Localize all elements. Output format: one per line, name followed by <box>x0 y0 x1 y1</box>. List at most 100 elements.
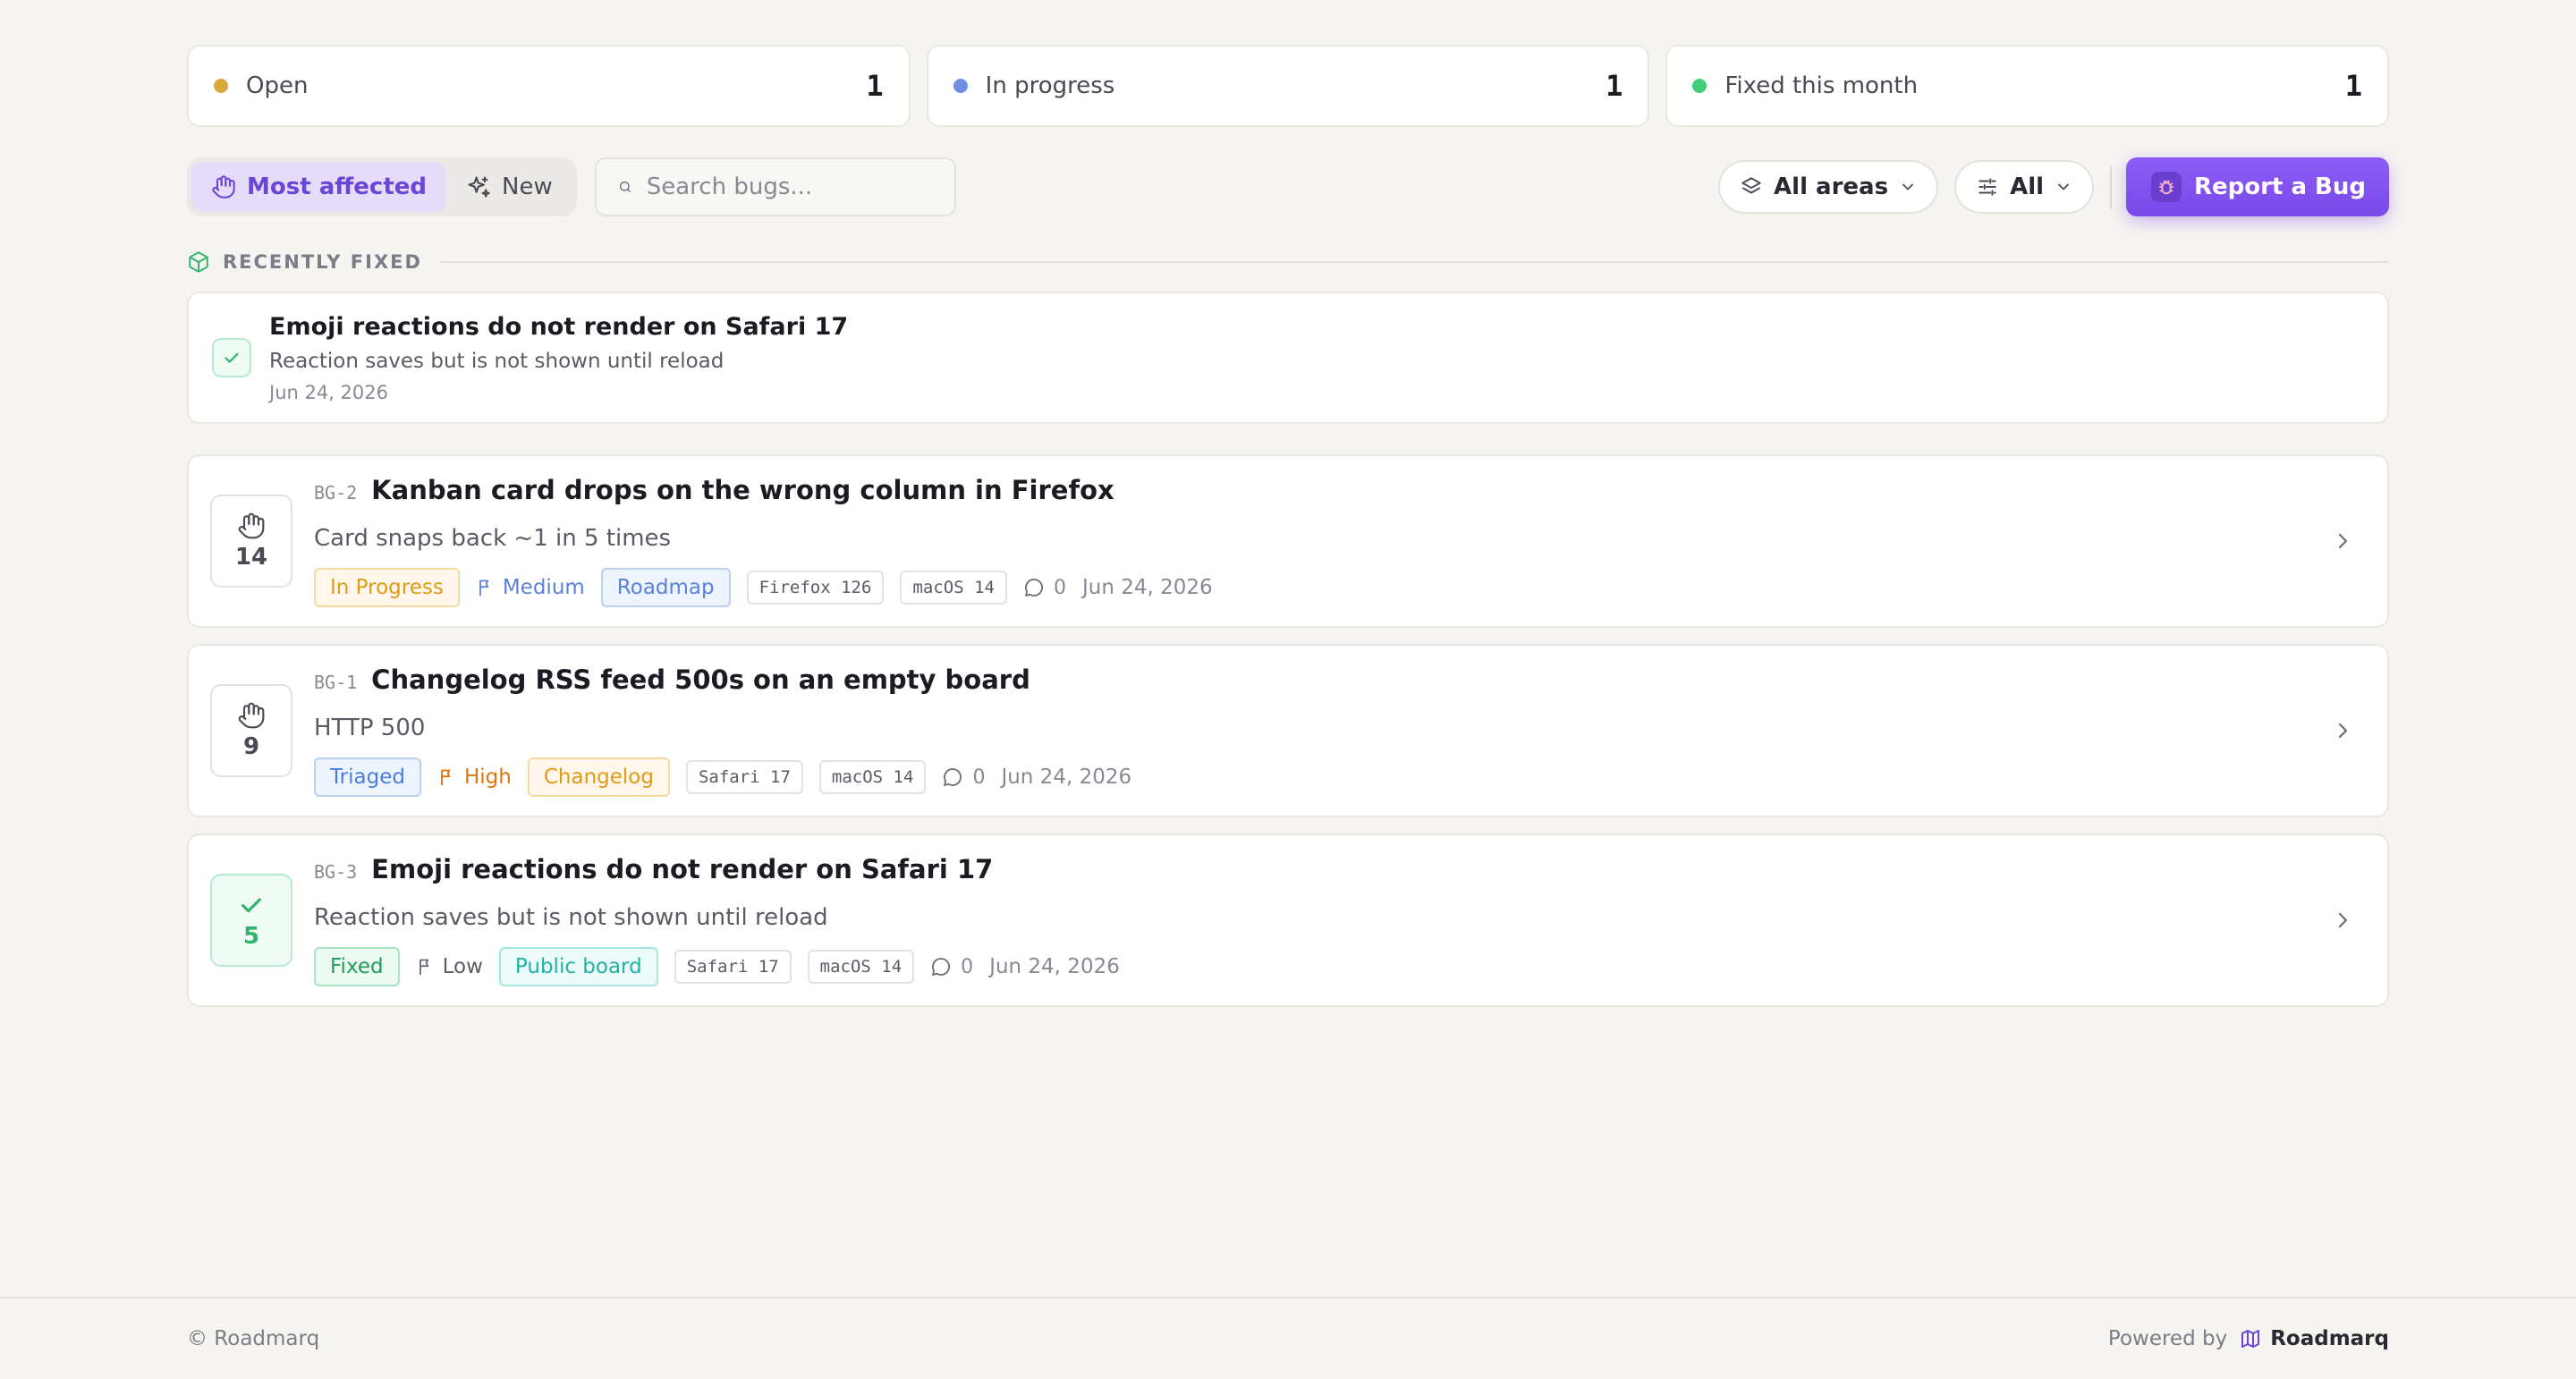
bug-description: Reaction saves but is not shown until re… <box>314 904 828 931</box>
check-icon <box>212 338 251 377</box>
comment-count: 0 <box>1023 577 1066 599</box>
comment-icon <box>932 958 951 976</box>
vote-button[interactable]: 14 <box>210 495 292 588</box>
footer-copyright: © Roadmarq <box>187 1327 320 1350</box>
status-badge: In Progress <box>314 568 460 607</box>
priority-label: Low <box>416 955 483 978</box>
recently-fixed-date: Jun 24, 2026 <box>269 381 389 403</box>
sort-segmented-control: Most affected New <box>187 157 577 216</box>
bug-icon <box>2151 172 2182 202</box>
package-check-icon <box>189 251 208 273</box>
bug-meta: In Progress Medium Roadmap Firefox 126 m… <box>314 568 2387 607</box>
bug-title: Emoji reactions do not render on Safari … <box>371 854 994 884</box>
search-icon <box>619 182 631 192</box>
area-badge: Roadmap <box>600 568 731 607</box>
bug-id: BG-1 <box>314 672 358 693</box>
bug-details: BG-1 Changelog RSS feed 500s on an empty… <box>314 664 2387 797</box>
stat-fixed-this-month[interactable]: Fixed this month 1 <box>1665 45 2390 127</box>
status-badge: Triaged <box>314 757 421 797</box>
powered-by: Powered by Roadmarq <box>2108 1327 2389 1350</box>
filters-and-actions: All areas All Report a Bug <box>1702 157 2389 216</box>
bug-id: BG-3 <box>314 861 358 883</box>
status-filter-label: All <box>2010 173 2045 200</box>
bug-id: BG-2 <box>314 482 358 503</box>
sort-most-affected-button[interactable]: Most affected <box>191 162 447 212</box>
priority-text: High <box>463 766 512 789</box>
area-filter-dropdown[interactable]: All areas <box>1718 160 1939 214</box>
open-status-dot <box>214 79 228 93</box>
toolbar-divider <box>2110 165 2113 208</box>
vote-count: 9 <box>242 733 260 760</box>
stat-label: In progress <box>985 72 1115 99</box>
status-badge: Fixed <box>314 947 400 986</box>
footer: © Roadmarq Powered by Roadmarq <box>0 1297 2576 1379</box>
priority-text: Low <box>442 955 483 978</box>
search-input[interactable] <box>646 173 933 200</box>
layers-icon <box>1741 177 1761 194</box>
map-icon <box>2241 1330 2260 1348</box>
bug-title: Changelog RSS feed 500s on an empty boar… <box>371 664 1030 695</box>
environment-tag: Safari 17 <box>685 760 803 794</box>
vote-button[interactable]: 5 <box>210 874 292 967</box>
status-filter-dropdown[interactable]: All <box>1954 160 2095 214</box>
priority-label: Medium <box>476 576 585 599</box>
flag-icon <box>479 580 489 596</box>
area-badge: Public board <box>498 947 658 986</box>
toolbar: Most affected New All areas All <box>187 157 2389 216</box>
vote-count: 5 <box>242 923 260 950</box>
stat-in-progress[interactable]: In progress 1 <box>926 45 1650 127</box>
vote-button[interactable]: 9 <box>210 684 292 777</box>
recently-fixed-heading: RECENTLY FIXED <box>187 249 2389 275</box>
bug-description: Card snaps back ~1 in 5 times <box>314 525 672 552</box>
sort-new-label: New <box>502 173 553 200</box>
report-bug-button[interactable]: Report a Bug <box>2126 157 2389 216</box>
area-filter-label: All areas <box>1774 173 1889 200</box>
bug-card[interactable]: 9 BG-1 Changelog RSS feed 500s on an emp… <box>187 644 2389 817</box>
chevron-right-icon[interactable] <box>2332 909 2353 931</box>
stats-row: Open 1 In progress 1 Fixed this month 1 <box>187 45 2390 127</box>
bug-description: HTTP 500 <box>314 715 426 741</box>
check-icon <box>242 898 261 913</box>
powered-by-text: Powered by <box>2107 1327 2228 1350</box>
comment-icon <box>944 768 962 786</box>
hand-icon <box>212 175 235 199</box>
bug-card[interactable]: 5 BG-3 Emoji reactions do not render on … <box>187 833 2389 1007</box>
environment-tag: macOS 14 <box>818 760 927 794</box>
search-box[interactable] <box>594 157 956 216</box>
bug-date: Jun 24, 2026 <box>989 955 1120 978</box>
sort-new-button[interactable]: New <box>446 162 572 212</box>
stat-count: 1 <box>2344 69 2363 103</box>
stat-count: 1 <box>866 69 884 103</box>
comment-count: 0 <box>930 956 973 978</box>
recently-fixed-title: RECENTLY FIXED <box>223 251 422 273</box>
bug-card[interactable]: 14 BG-2 Kanban card drops on the wrong c… <box>187 454 2389 628</box>
recently-fixed-title-text: Emoji reactions do not render on Safari … <box>269 312 849 341</box>
fixed-status-dot <box>1692 79 1707 93</box>
sliders-icon <box>1979 178 1996 196</box>
environment-tag: Firefox 126 <box>746 571 885 605</box>
comment-count-value: 0 <box>1053 576 1066 599</box>
recently-fixed-subtitle: Reaction saves but is not shown until re… <box>269 349 724 373</box>
brand-link[interactable]: Roadmarq <box>2240 1327 2389 1350</box>
comment-count-value: 0 <box>972 766 986 789</box>
stat-count: 1 <box>1606 69 1623 103</box>
bug-title: Kanban card drops on the wrong column in… <box>371 475 1114 505</box>
bug-details: BG-2 Kanban card drops on the wrong colu… <box>314 475 2387 607</box>
brand-name: Roadmarq <box>2270 1327 2389 1350</box>
bug-date: Jun 24, 2026 <box>1001 766 1132 789</box>
report-bug-label: Report a Bug <box>2194 173 2366 200</box>
stat-label: Fixed this month <box>1724 72 1919 99</box>
bug-meta: Fixed Low Public board Safari 17 macOS 1… <box>314 947 2387 986</box>
environment-tag: Safari 17 <box>674 950 792 984</box>
section-divider <box>439 261 2389 263</box>
vote-count: 14 <box>234 544 268 571</box>
chevron-right-icon[interactable] <box>2332 720 2353 741</box>
environment-tag: macOS 14 <box>807 950 915 984</box>
recently-fixed-item[interactable]: Emoji reactions do not render on Safari … <box>187 292 2389 424</box>
priority-label: High <box>437 766 512 789</box>
stat-open[interactable]: Open 1 <box>187 45 911 127</box>
hand-icon <box>238 512 265 539</box>
sort-most-affected-label: Most affected <box>247 173 428 200</box>
chevron-right-icon[interactable] <box>2332 530 2353 552</box>
comment-count-value: 0 <box>961 955 974 978</box>
